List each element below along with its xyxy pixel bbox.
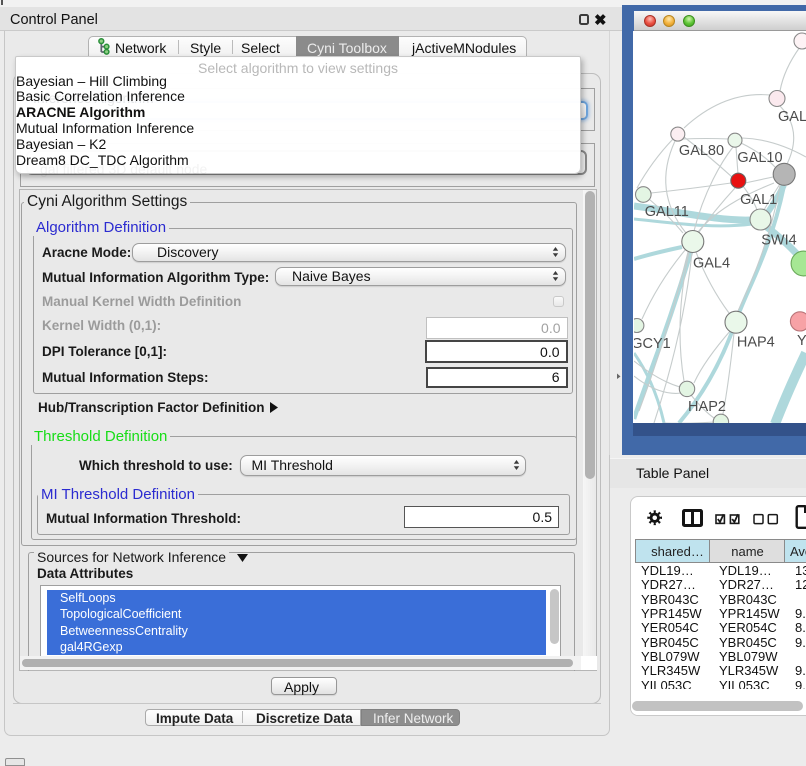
svg-text:HAP4: HAP4 <box>737 334 775 350</box>
svg-text:GAL4: GAL4 <box>693 255 730 271</box>
svg-text:HAP2: HAP2 <box>688 398 726 414</box>
svg-text:GAL11: GAL11 <box>645 204 689 220</box>
svg-text:SWI4: SWI4 <box>761 232 796 248</box>
svg-text:GCY1: GCY1 <box>634 336 671 352</box>
svg-text:GAL80: GAL80 <box>679 143 724 159</box>
svg-text:GAL7: GAL7 <box>778 109 806 125</box>
svg-text:YJ: YJ <box>797 333 806 349</box>
svg-text:GAL1: GAL1 <box>740 191 777 207</box>
svg-text:GAL10: GAL10 <box>737 150 782 166</box>
